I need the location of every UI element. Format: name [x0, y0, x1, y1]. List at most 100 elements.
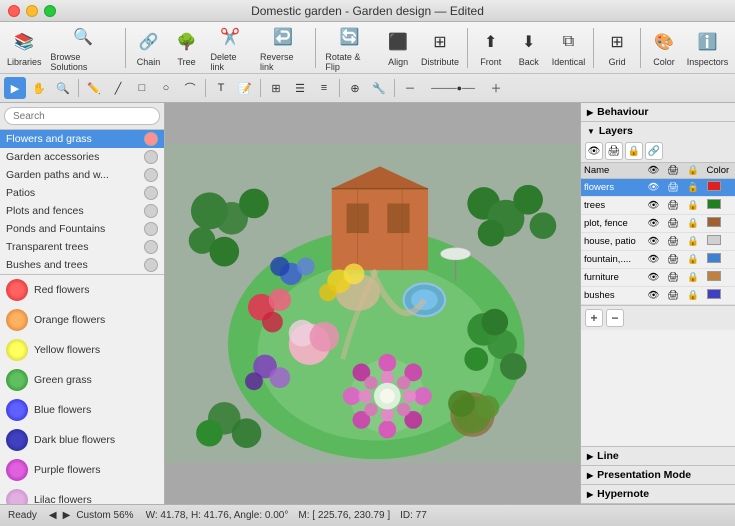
list-item[interactable]: Green grass — [0, 365, 164, 395]
category-garden-paths[interactable]: Garden paths and w... — [0, 166, 164, 184]
maximize-button[interactable] — [44, 5, 56, 17]
grid-view-button[interactable]: ⊞ — [265, 77, 287, 99]
pencil-tool-button[interactable]: ✏️ — [83, 77, 105, 99]
next-page-button[interactable]: ▶ — [61, 510, 73, 521]
layers-eye-button[interactable]: 👁 — [585, 142, 603, 160]
align-button[interactable]: ⬛ Align — [380, 26, 416, 69]
curve-tool-button[interactable]: ⌒ — [179, 77, 201, 99]
layer-print[interactable]: 🖨 — [664, 197, 684, 215]
select-tool-button[interactable]: ▶ — [4, 77, 26, 99]
behaviour-header[interactable]: ▶ Behaviour — [581, 103, 735, 121]
layer-lock[interactable]: 🔒 — [684, 269, 704, 287]
remove-layer-button[interactable]: − — [606, 309, 624, 327]
layer-eye[interactable]: 👁 — [644, 251, 664, 269]
browse-solutions-button[interactable]: 🔍 Browse Solutions — [46, 21, 119, 74]
layer-row-furniture[interactable]: furniture 👁 🖨 🔒 — [581, 269, 735, 287]
layer-color[interactable] — [704, 269, 735, 287]
category-flowers-grass[interactable]: Flowers and grass — [0, 130, 164, 148]
layer-lock[interactable]: 🔒 — [684, 251, 704, 269]
hypernote-header[interactable]: ▶ Hypernote — [581, 485, 735, 503]
distribute-button[interactable]: ⊞ Distribute — [418, 26, 462, 69]
reverse-link-button[interactable]: ↩️ Reverse link — [256, 21, 310, 74]
magnet-button[interactable]: 🔧 — [368, 77, 390, 99]
layer-lock[interactable]: 🔒 — [684, 215, 704, 233]
layer-row-fountain[interactable]: fountain,.... 👁 🖨 🔒 — [581, 251, 735, 269]
layer-print[interactable]: 🖨 — [664, 287, 684, 305]
category-ponds-fountains[interactable]: Ponds and Fountains — [0, 220, 164, 238]
layers-header[interactable]: ▼ Layers — [581, 122, 735, 140]
hand-tool-button[interactable]: ✋ — [28, 77, 50, 99]
layer-color[interactable] — [704, 251, 735, 269]
category-plots-fences[interactable]: Plots and fences — [0, 202, 164, 220]
grid-button[interactable]: ⊞ Grid — [599, 26, 635, 69]
layer-eye[interactable]: 👁 — [644, 287, 664, 305]
layer-eye[interactable]: 👁 — [644, 269, 664, 287]
layer-color[interactable] — [704, 215, 735, 233]
chain-button[interactable]: 🔗 Chain — [131, 26, 167, 69]
layer-lock[interactable]: 🔒 — [684, 287, 704, 305]
layers-link-button[interactable]: 🔗 — [645, 142, 663, 160]
layer-row-flowers[interactable]: flowers 👁 🖨 🔒 — [581, 179, 735, 197]
layer-eye[interactable]: 👁 — [644, 215, 664, 233]
layer-color[interactable] — [704, 197, 735, 215]
note-tool-button[interactable]: 📝 — [234, 77, 256, 99]
front-button[interactable]: ⬆ Front — [473, 26, 509, 69]
layer-color[interactable] — [704, 233, 735, 251]
layer-color[interactable] — [704, 179, 735, 197]
list-item[interactable]: Purple flowers — [0, 455, 164, 485]
layer-row-trees[interactable]: trees 👁 🖨 🔒 — [581, 197, 735, 215]
libraries-button[interactable]: 📚 Libraries — [4, 26, 44, 69]
tree-button[interactable]: 🌳 Tree — [169, 26, 205, 69]
layer-lock[interactable]: 🔒 — [684, 197, 704, 215]
layer-lock[interactable]: 🔒 — [684, 233, 704, 251]
add-layer-button[interactable]: + — [585, 309, 603, 327]
delete-link-button[interactable]: ✂️ Delete link — [207, 21, 254, 74]
list-item[interactable]: Lilac flowers — [0, 485, 164, 504]
list-item[interactable]: Dark blue flowers — [0, 425, 164, 455]
rotate-flip-button[interactable]: 🔄 Rotate & Flip — [321, 21, 378, 74]
zoom-minus-button[interactable]: － — [399, 77, 421, 99]
layer-print[interactable]: 🖨 — [664, 251, 684, 269]
category-bushes-trees[interactable]: Bushes and trees — [0, 256, 164, 274]
layer-eye[interactable]: 👁 — [644, 179, 664, 197]
layer-eye[interactable]: 👁 — [644, 197, 664, 215]
layers-lock-button[interactable]: 🔒 — [625, 142, 643, 160]
prev-page-button[interactable]: ◀ — [47, 510, 59, 521]
layer-print[interactable]: 🖨 — [664, 215, 684, 233]
layer-row-bushes[interactable]: bushes 👁 🖨 🔒 — [581, 287, 735, 305]
category-transparent-trees[interactable]: Transparent trees — [0, 238, 164, 256]
layer-print[interactable]: 🖨 — [664, 269, 684, 287]
canvas-area[interactable] — [165, 103, 580, 504]
list-item[interactable]: Orange flowers — [0, 305, 164, 335]
zoom-in-button[interactable]: 🔍 — [52, 77, 74, 99]
inspectors-button[interactable]: ℹ️ Inspectors — [684, 26, 731, 69]
layer-eye[interactable]: 👁 — [644, 233, 664, 251]
close-button[interactable] — [8, 5, 20, 17]
layer-print[interactable]: 🖨 — [664, 179, 684, 197]
layer-color[interactable] — [704, 287, 735, 305]
ellipse-tool-button[interactable]: ○ — [155, 77, 177, 99]
list-item[interactable]: Blue flowers — [0, 395, 164, 425]
layer-lock[interactable]: 🔒 — [684, 179, 704, 197]
list-item[interactable]: Red flowers — [0, 275, 164, 305]
layer-row-house-patio[interactable]: house, patio 👁 🖨 🔒 — [581, 233, 735, 251]
back-button[interactable]: ⬇ Back — [511, 26, 547, 69]
list-view-button[interactable]: ☰ — [289, 77, 311, 99]
line-tool-button[interactable]: ╱ — [107, 77, 129, 99]
presentation-header[interactable]: ▶ Presentation Mode — [581, 466, 735, 484]
layers-print-button[interactable]: 🖨 — [605, 142, 623, 160]
line-header[interactable]: ▶ Line — [581, 447, 735, 465]
category-garden-accessories[interactable]: Garden accessories — [0, 148, 164, 166]
search-input[interactable] — [4, 107, 160, 125]
snap-button[interactable]: ⊕ — [344, 77, 366, 99]
list-item[interactable]: Yellow flowers — [0, 335, 164, 365]
minimize-button[interactable] — [26, 5, 38, 17]
color-button[interactable]: 🎨 Color — [646, 26, 682, 69]
layer-row-plot-fence[interactable]: plot, fence 👁 🖨 🔒 — [581, 215, 735, 233]
identical-button[interactable]: ⧉ Identical — [549, 26, 588, 69]
zoom-plus-button[interactable]: ＋ — [485, 77, 507, 99]
zoom-slider-button[interactable]: ────●── — [423, 77, 483, 99]
layer-print[interactable]: 🖨 — [664, 233, 684, 251]
properties-button[interactable]: ≡ — [313, 77, 335, 99]
category-patios[interactable]: Patios — [0, 184, 164, 202]
